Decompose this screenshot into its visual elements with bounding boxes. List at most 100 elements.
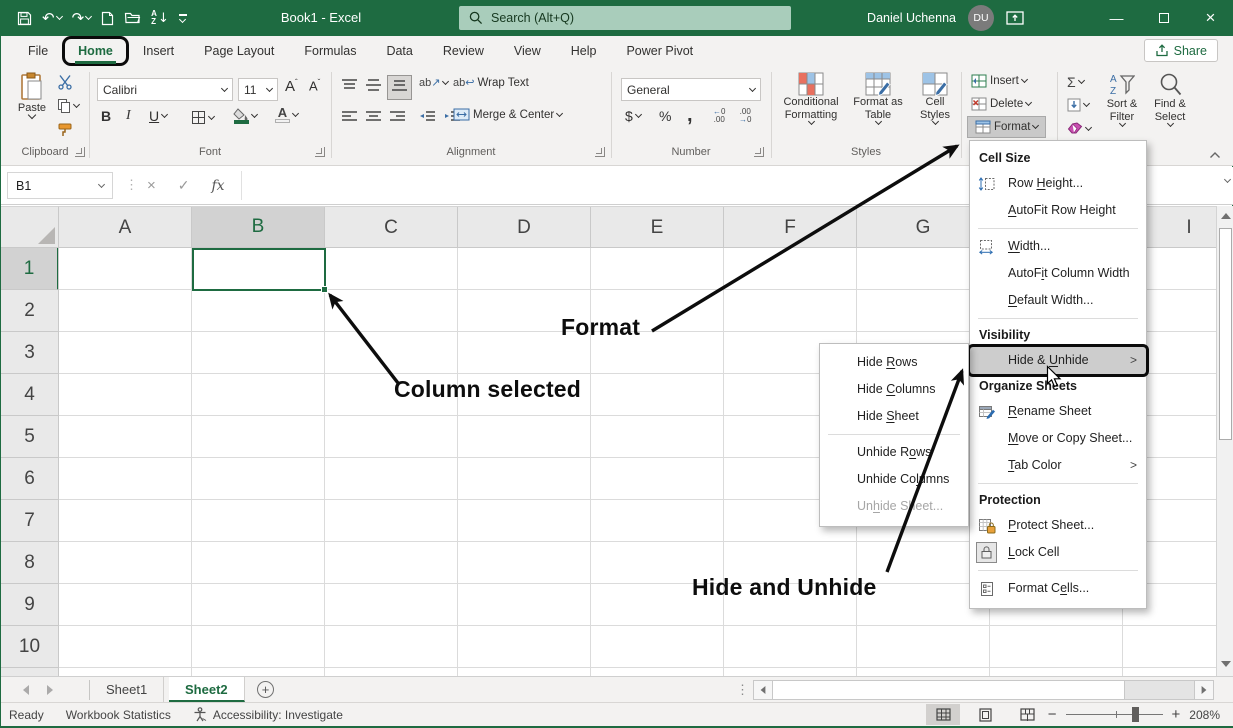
tab-data[interactable]: Data xyxy=(373,39,425,63)
close-button[interactable]: × xyxy=(1187,0,1233,36)
accessibility-button[interactable]: Accessibility: Investigate xyxy=(193,707,343,722)
italic-button[interactable]: I xyxy=(126,108,131,124)
sheet-tab-sheet2[interactable]: Sheet2 xyxy=(169,677,245,702)
middle-align-button[interactable] xyxy=(365,78,382,95)
maximize-button[interactable] xyxy=(1140,0,1187,36)
tab-view[interactable]: View xyxy=(501,39,554,63)
row-header-6[interactable]: 6 xyxy=(1,458,58,500)
account-area[interactable]: Daniel Uchenna DU xyxy=(867,0,1024,36)
save-button[interactable] xyxy=(17,11,32,26)
clipboard-dialog-launcher-icon[interactable] xyxy=(75,147,85,157)
column-header-A[interactable]: A xyxy=(59,207,192,248)
horizontal-scrollbar[interactable] xyxy=(753,680,1214,700)
orientation-button[interactable]: ab↗ xyxy=(419,76,448,89)
cut-button[interactable] xyxy=(57,74,73,93)
underline-button[interactable]: U xyxy=(149,108,167,124)
minimize-button[interactable]: — xyxy=(1093,0,1140,36)
comma-style-button[interactable]: , xyxy=(687,104,693,127)
decrease-indent-button[interactable] xyxy=(419,110,436,127)
menu-item-default-width[interactable]: Default Width... xyxy=(970,287,1146,314)
fill-handle[interactable] xyxy=(321,286,328,293)
zoom-level[interactable]: 208% xyxy=(1189,708,1220,722)
zoom-out-button[interactable]: − xyxy=(1048,706,1057,723)
undo-button[interactable]: ↶ xyxy=(42,9,62,27)
tab-page-layout[interactable]: Page Layout xyxy=(191,39,287,63)
customize-toolbar-button[interactable] xyxy=(179,14,187,21)
menu-item-unhide-columns[interactable]: Unhide Columns xyxy=(820,466,968,493)
row-header-7[interactable]: 7 xyxy=(1,500,58,542)
column-header-C[interactable]: C xyxy=(325,207,458,248)
name-box[interactable]: B1 xyxy=(7,172,113,199)
paste-button[interactable]: Paste xyxy=(9,72,55,118)
menu-item-move-or-copy-sheet[interactable]: Move or Copy Sheet... xyxy=(970,425,1146,452)
zoom-slider-thumb[interactable] xyxy=(1132,707,1139,722)
avatar[interactable]: DU xyxy=(968,5,994,31)
vertical-scroll-thumb[interactable] xyxy=(1219,228,1232,440)
normal-view-button[interactable] xyxy=(926,704,960,725)
column-header-E[interactable]: E xyxy=(591,207,724,248)
alignment-dialog-launcher-icon[interactable] xyxy=(595,147,605,157)
currency-button[interactable]: $ xyxy=(625,108,641,124)
align-right-button[interactable] xyxy=(389,110,406,127)
column-header-B[interactable]: B xyxy=(192,207,325,248)
tab-home[interactable]: Home xyxy=(65,39,126,63)
sort-filter-button[interactable]: AZ Sort & Filter xyxy=(1099,72,1145,126)
new-file-button[interactable] xyxy=(101,11,114,26)
zoom-slider[interactable] xyxy=(1066,714,1163,715)
cell-styles-button[interactable]: Cell Styles xyxy=(911,72,959,124)
copy-button[interactable] xyxy=(57,98,79,114)
scroll-down-icon[interactable] xyxy=(1221,661,1231,667)
sort-ascending-button[interactable]: AZ↓ xyxy=(151,10,169,26)
delete-cells-button[interactable]: Delete xyxy=(971,97,1031,111)
merge-center-button[interactable]: Merge & Center xyxy=(453,108,562,121)
zoom-in-button[interactable]: + xyxy=(1172,706,1181,723)
font-size-select[interactable]: 11 xyxy=(238,78,278,101)
sheetbar-splitter[interactable]: ⋮ xyxy=(736,682,749,698)
fill-color-button[interactable] xyxy=(233,108,257,124)
row-header-8[interactable]: 8 xyxy=(1,542,58,584)
horizontal-scroll-thumb[interactable] xyxy=(773,681,1125,699)
menu-item-hide-columns[interactable]: Hide Columns xyxy=(820,376,968,403)
scroll-right-button[interactable] xyxy=(1194,681,1213,699)
page-layout-view-button[interactable] xyxy=(968,704,1002,725)
previous-sheet-button[interactable] xyxy=(23,685,29,695)
format-button[interactable]: Format xyxy=(967,116,1046,138)
insert-function-button[interactable]: fx xyxy=(212,178,225,194)
menu-item-hide-rows[interactable]: Hide Rows xyxy=(820,349,968,376)
menu-item-hide-sheet[interactable]: Hide Sheet xyxy=(820,403,968,430)
decrease-font-size-button[interactable]: Aˇ xyxy=(309,78,320,93)
tab-file[interactable]: File xyxy=(15,39,61,63)
font-family-select[interactable]: Calibri xyxy=(97,78,233,101)
share-button[interactable]: Share xyxy=(1144,39,1218,62)
scroll-left-button[interactable] xyxy=(754,681,773,699)
align-center-button[interactable] xyxy=(365,110,382,127)
menu-item-protect-sheet[interactable]: Protect Sheet... xyxy=(970,512,1146,539)
tab-review[interactable]: Review xyxy=(430,39,497,63)
cancel-entry-button[interactable]: × xyxy=(147,177,156,194)
menu-item-tab-color[interactable]: Tab Color> xyxy=(970,452,1146,479)
column-header-F[interactable]: F xyxy=(724,207,857,248)
row-header-10[interactable]: 10 xyxy=(1,626,58,668)
menu-item-rename-sheet[interactable]: Rename Sheet xyxy=(970,398,1146,425)
select-all-corner[interactable] xyxy=(1,206,59,248)
wrap-text-button[interactable]: ab↩ Wrap Text xyxy=(453,76,529,89)
menu-item-autofit-row-height[interactable]: AutoFit Row Height xyxy=(970,197,1146,224)
scroll-up-icon[interactable] xyxy=(1221,213,1231,219)
menu-item-autofit-column-width[interactable]: AutoFit Column Width xyxy=(970,260,1146,287)
tab-help[interactable]: Help xyxy=(558,39,610,63)
row-header-5[interactable]: 5 xyxy=(1,416,58,458)
selected-cell-B1[interactable] xyxy=(192,248,326,291)
vertical-scrollbar[interactable] xyxy=(1216,206,1233,676)
sheet-tab-sheet1[interactable]: Sheet1 xyxy=(90,677,164,702)
tab-formulas[interactable]: Formulas xyxy=(291,39,369,63)
open-file-button[interactable] xyxy=(124,11,141,25)
expand-formula-bar-icon[interactable] xyxy=(1224,176,1231,183)
increase-font-size-button[interactable]: Aˆ xyxy=(285,78,298,95)
top-align-button[interactable] xyxy=(341,78,358,95)
ribbon-display-options-icon[interactable] xyxy=(1006,11,1024,25)
page-break-preview-button[interactable] xyxy=(1010,704,1044,725)
conditional-formatting-button[interactable]: Conditional Formatting xyxy=(779,72,843,124)
row-header-4[interactable]: 4 xyxy=(1,374,58,416)
row-header-3[interactable]: 3 xyxy=(1,332,58,374)
borders-button[interactable] xyxy=(191,110,214,125)
